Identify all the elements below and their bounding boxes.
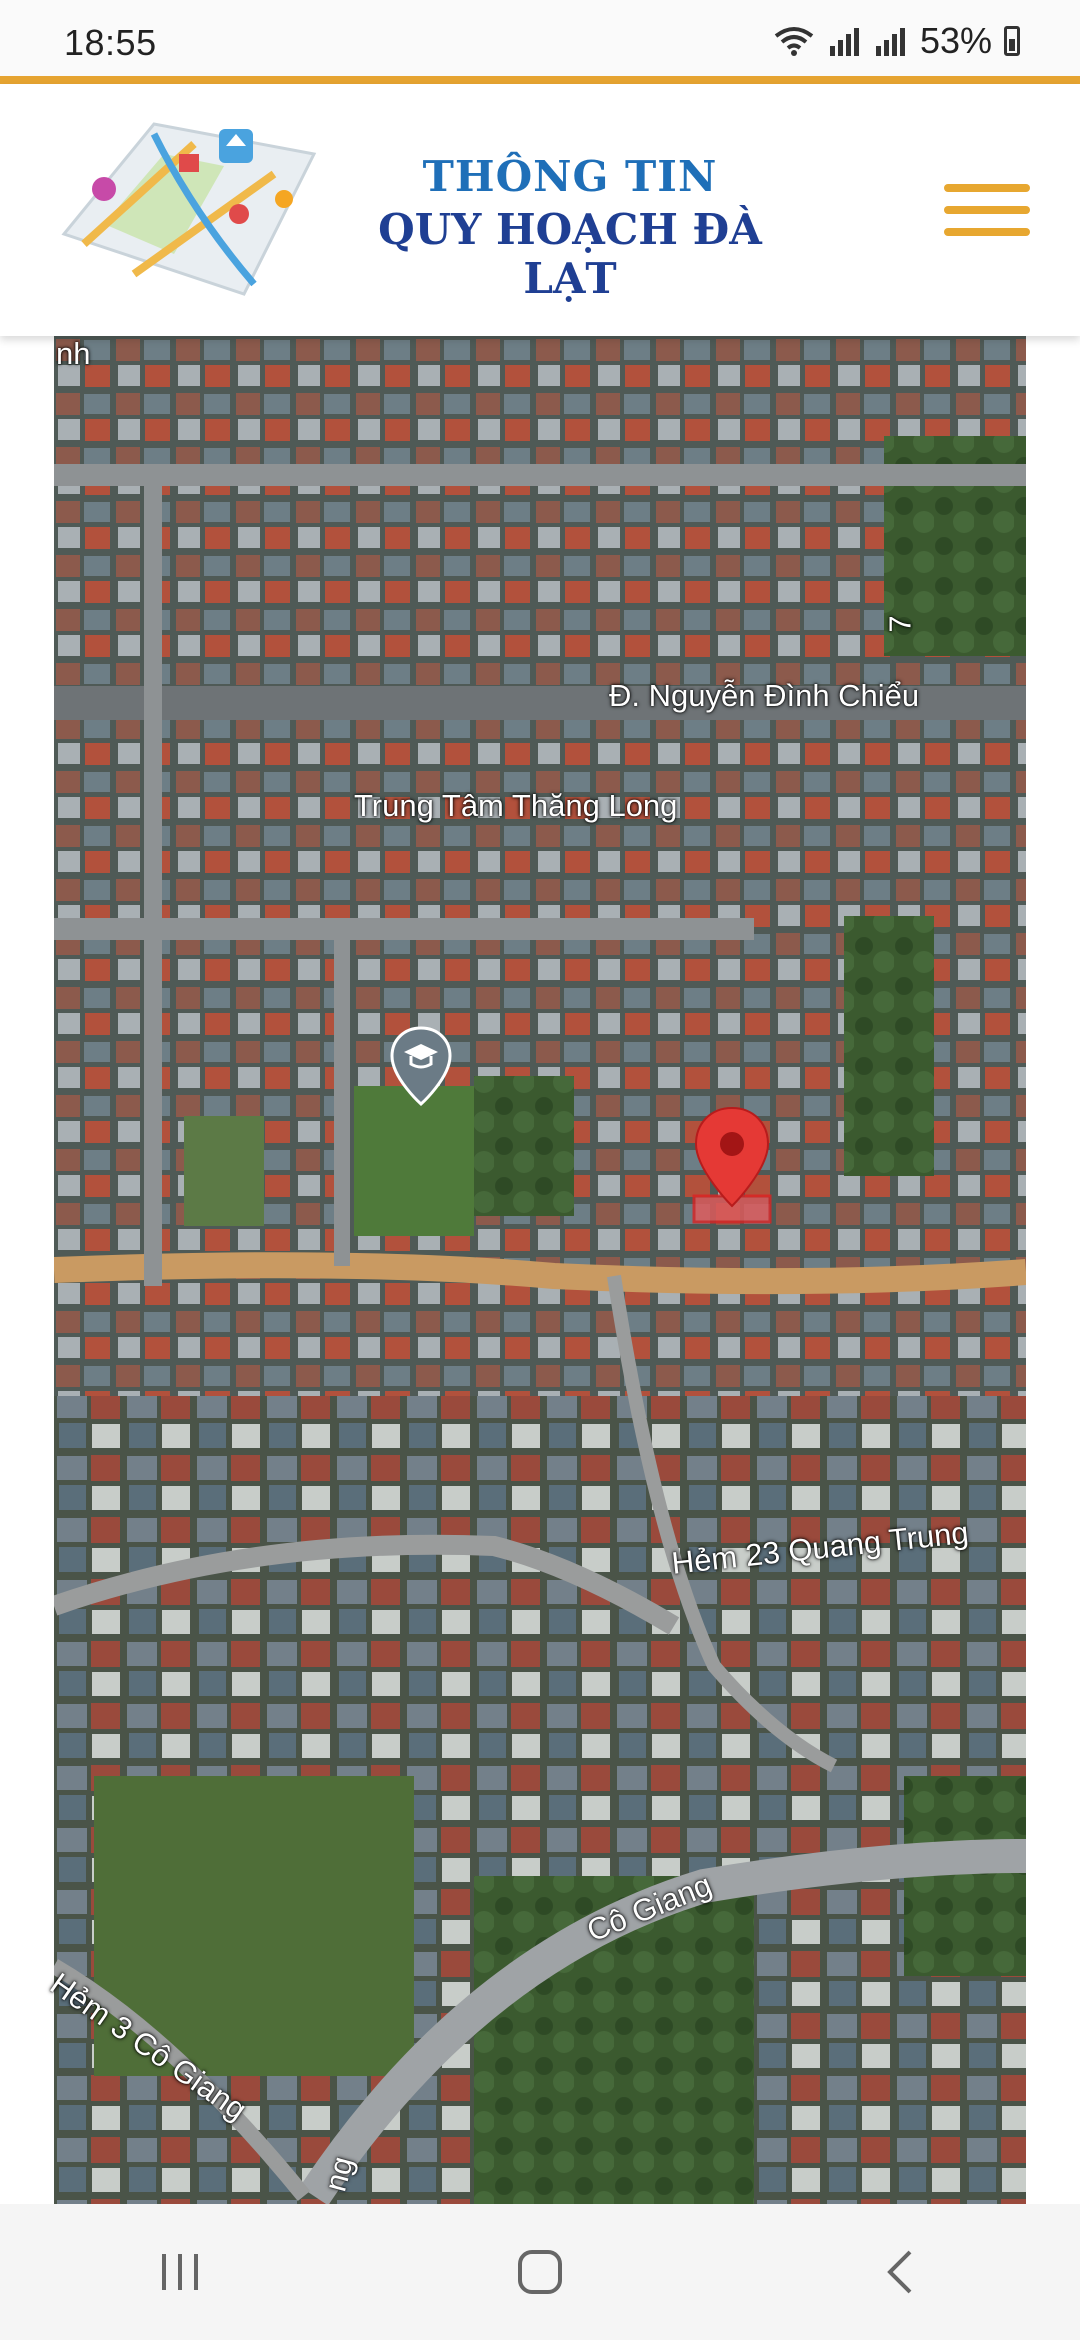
home-icon (518, 2250, 562, 2294)
satellite-map[interactable]: nh Đ. Nguyễn Đình Chiểu Trung Tâm Thăng … (44, 336, 1027, 2204)
recents-icon (162, 2254, 198, 2290)
poi-label-trung-tam-thang-long[interactable]: Trung Tâm Thăng Long (354, 788, 677, 824)
battery-icon (1004, 26, 1020, 56)
battery-percent: 53% (919, 20, 992, 61)
graduation-cap-icon[interactable] (390, 1026, 452, 1108)
map-imagery (49, 336, 1027, 2204)
map-frame: nh Đ. Nguyễn Đình Chiểu Trung Tâm Thăng … (0, 336, 1080, 2204)
home-button[interactable] (480, 2232, 600, 2312)
map-label-edge-top: nh (56, 336, 91, 371)
signal-icon (829, 28, 859, 56)
site-header: THÔNG TIN QUY HOẠCH ĐÀ LẠT (0, 84, 1080, 336)
back-button[interactable] (840, 2232, 960, 2312)
map-logo-icon[interactable] (44, 104, 324, 304)
site-brand[interactable]: THÔNG TIN QUY HOẠCH ĐÀ LẠT (350, 152, 790, 303)
back-icon (887, 2250, 912, 2294)
status-icons: 53% (772, 20, 1020, 62)
hamburger-icon-bar (944, 206, 1030, 214)
recents-button[interactable] (120, 2232, 240, 2312)
brand-line2: QUY HOẠCH ĐÀ LẠT (378, 205, 762, 303)
system-nav-bar (0, 2204, 1080, 2340)
accent-line (0, 76, 1080, 84)
street-label-nguyen-dinh-chieu: Đ. Nguyễn Đình Chiểu (609, 678, 920, 713)
hamburger-icon-bar (944, 228, 1030, 236)
map-pin-icon[interactable] (692, 1106, 772, 1210)
signal-icon (875, 28, 905, 56)
status-time: 18:55 (64, 22, 157, 63)
map-label-edge-right: 7 (882, 615, 918, 633)
wifi-icon (774, 27, 814, 56)
brand-line1: THÔNG TIN (422, 152, 718, 201)
hamburger-icon (944, 184, 1030, 192)
status-bar: 18:55 53% (0, 0, 1080, 76)
menu-button[interactable] (944, 184, 1030, 244)
